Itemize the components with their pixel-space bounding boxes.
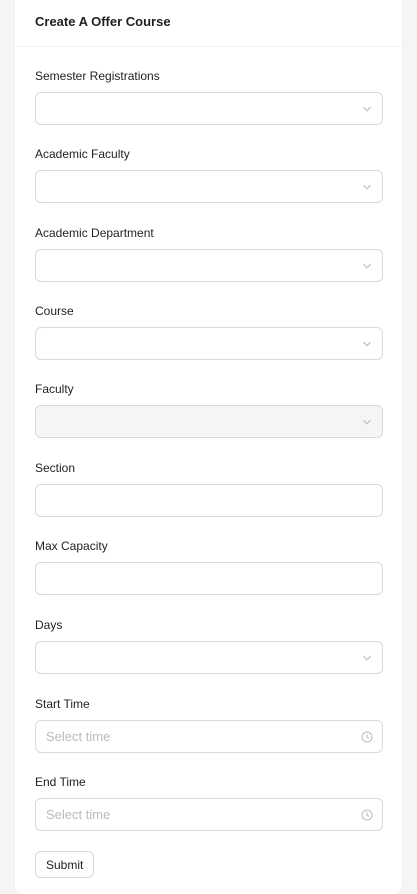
academic-faculty-select[interactable]: [35, 170, 383, 203]
chevron-down-icon: [361, 103, 373, 115]
days-select[interactable]: [35, 641, 383, 674]
academic-faculty-label: Academic Faculty: [35, 147, 130, 161]
chevron-down-icon: [361, 416, 373, 428]
course-label: Course: [35, 304, 74, 318]
start-time-input[interactable]: [36, 721, 382, 752]
offer-course-card: Create A Offer Course: [15, 0, 402, 894]
course-select[interactable]: [35, 327, 383, 360]
days-field: Days: [35, 617, 383, 674]
chevron-down-icon: [361, 260, 373, 272]
chevron-down-icon: [361, 338, 373, 350]
faculty-select[interactable]: [35, 405, 383, 438]
academic-faculty-field: Academic Faculty: [35, 146, 383, 203]
max-capacity-input[interactable]: [36, 563, 382, 594]
start-time-picker: [35, 720, 383, 753]
section-field: Section: [35, 460, 383, 517]
section-input[interactable]: [36, 485, 382, 516]
course-field: Course: [35, 303, 383, 360]
section-input-wrapper: [35, 484, 383, 517]
academic-department-label: Academic Department: [35, 226, 154, 240]
end-time-label: End Time: [35, 775, 86, 789]
max-capacity-field: Max Capacity: [35, 538, 383, 595]
max-capacity-input-wrapper: [35, 562, 383, 595]
faculty-label: Faculty: [35, 382, 74, 396]
academic-department-field: Academic Department: [35, 225, 383, 282]
clock-icon: [361, 808, 373, 821]
max-capacity-label: Max Capacity: [35, 539, 108, 553]
start-time-field: Start Time: [35, 696, 383, 753]
semester-registrations-field: Semester Registrations: [35, 68, 383, 125]
days-label: Days: [35, 618, 63, 632]
semester-registrations-label: Semester Registrations: [35, 69, 160, 83]
card-header: Create A Offer Course: [15, 0, 402, 47]
academic-department-select[interactable]: [35, 249, 383, 282]
page-title: Create A Offer Course: [35, 14, 171, 29]
chevron-down-icon: [361, 652, 373, 664]
faculty-field: Faculty: [35, 381, 383, 438]
clock-icon: [361, 730, 373, 743]
submit-button[interactable]: Submit: [35, 851, 95, 878]
end-time-field: End Time: [35, 774, 383, 831]
section-label: Section: [35, 461, 76, 475]
end-time-picker: [35, 798, 383, 831]
semester-registrations-select[interactable]: [35, 92, 383, 125]
start-time-label: Start Time: [35, 697, 90, 711]
chevron-down-icon: [361, 181, 373, 193]
end-time-input[interactable]: [36, 799, 382, 830]
